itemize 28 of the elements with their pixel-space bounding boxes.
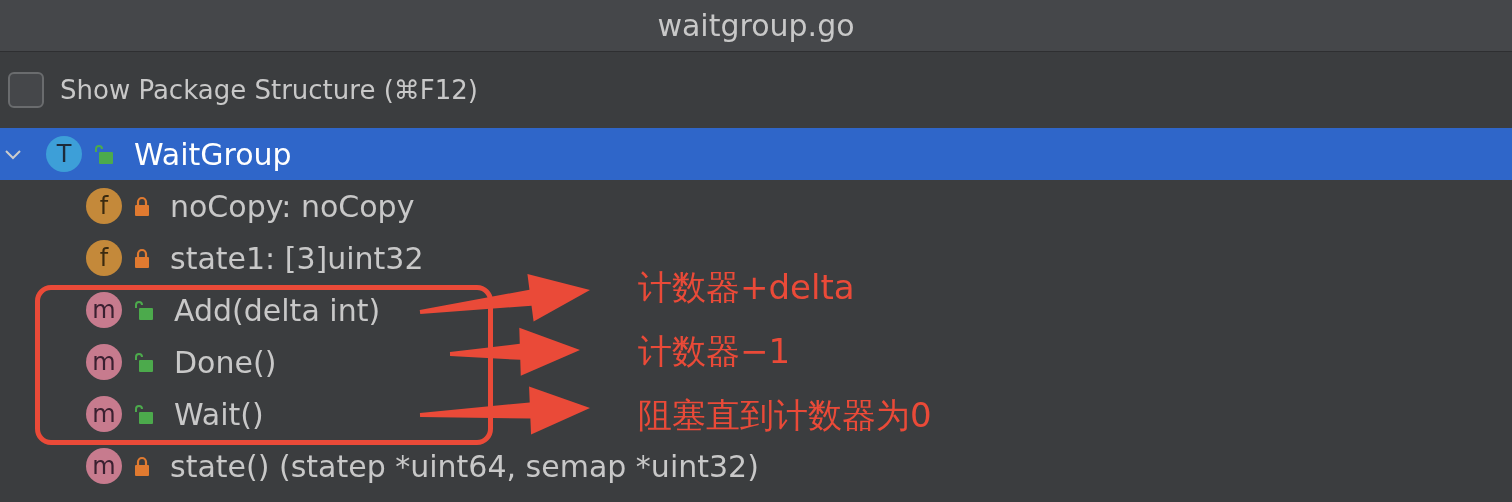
chevron-icon[interactable] <box>4 147 22 161</box>
tree-item[interactable]: m Done() <box>0 336 285 388</box>
annotation-text: 计数器−1 <box>638 330 791 373</box>
item-label: Add(delta int) <box>174 291 381 330</box>
item-label: WaitGroup <box>134 135 292 174</box>
checkbox[interactable] <box>8 72 44 108</box>
method-badge-icon: m <box>86 344 122 380</box>
tree-item[interactable]: m state() (statep *uint64, semap *uint32) <box>0 440 767 492</box>
annotation-text: 计数器+delta <box>638 266 855 309</box>
item-label: Wait() <box>174 395 264 434</box>
method-badge-icon: m <box>86 292 122 328</box>
item-label: noCopy: noCopy <box>170 187 415 226</box>
method-badge-icon: m <box>86 396 122 432</box>
window-title: waitgroup.go <box>657 7 855 45</box>
tree-item[interactable]: f state1: [3]uint32 <box>0 232 432 284</box>
field-badge-icon: f <box>86 188 122 224</box>
method-badge-icon: m <box>86 448 122 484</box>
annotation-text: 阻塞直到计数器为0 <box>638 394 932 437</box>
checkbox-label: Show Package Structure (⌘F12) <box>60 73 478 107</box>
tree-item[interactable]: T WaitGroup <box>0 128 1512 180</box>
tree-item[interactable]: f noCopy: noCopy <box>0 180 423 232</box>
type-badge-icon: T <box>46 136 82 172</box>
tree-item[interactable]: m Wait() <box>0 388 272 440</box>
item-label: Done() <box>174 343 277 382</box>
item-label: state1: [3]uint32 <box>170 239 424 278</box>
field-badge-icon: f <box>86 240 122 276</box>
item-label: state() (statep *uint64, semap *uint32) <box>170 447 759 486</box>
tree-item[interactable]: m Add(delta int) <box>0 284 389 336</box>
